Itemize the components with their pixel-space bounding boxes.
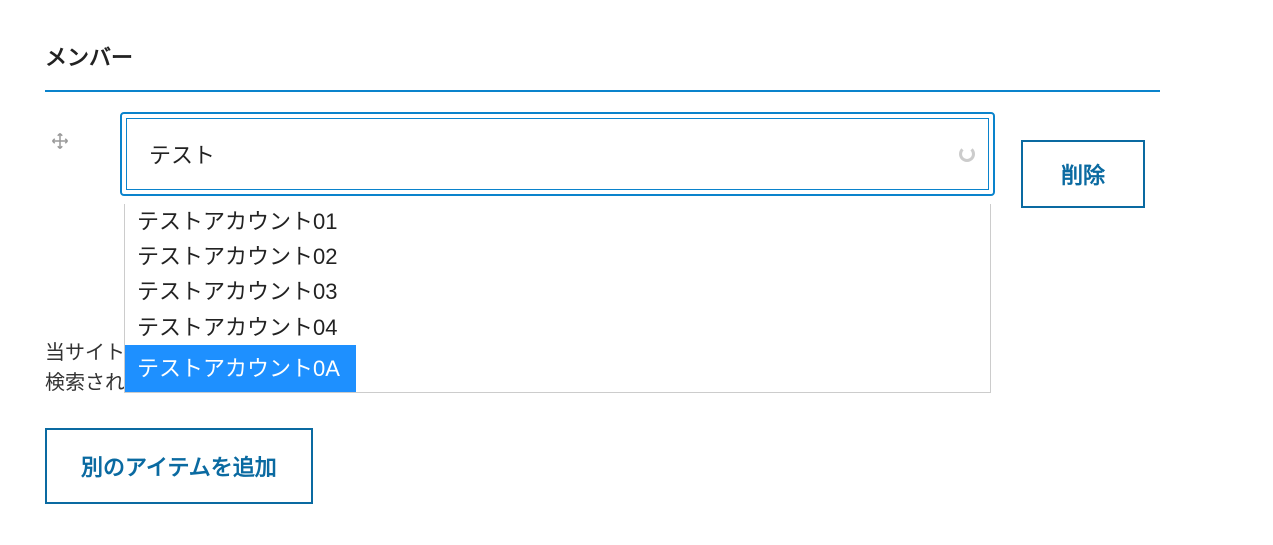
- member-input-container: テストアカウント01 テストアカウント02 テストアカウント03 テストアカウン…: [120, 112, 995, 196]
- dropdown-item[interactable]: テストアカウント01: [125, 203, 349, 240]
- help-line-2: 検索され: [45, 372, 125, 394]
- drag-handle-icon[interactable]: [45, 112, 75, 150]
- delete-button[interactable]: 削除: [1021, 140, 1145, 208]
- add-item-button[interactable]: 別のアイテムを追加: [45, 428, 313, 504]
- input-focus-ring: [120, 112, 995, 196]
- dropdown-item-highlighted[interactable]: テストアカウント0A: [125, 345, 356, 392]
- section-underline: [45, 90, 1160, 92]
- autocomplete-dropdown: テストアカウント01 テストアカウント02 テストアカウント03 テストアカウン…: [124, 204, 991, 393]
- section-title: メンバー: [45, 40, 1273, 72]
- member-row: テストアカウント01 テストアカウント02 テストアカウント03 テストアカウン…: [45, 112, 1273, 208]
- dropdown-item[interactable]: テストアカウント02: [125, 238, 349, 275]
- dropdown-item[interactable]: テストアカウント03: [125, 273, 349, 310]
- dropdown-item[interactable]: テストアカウント04: [125, 309, 349, 346]
- member-search-input[interactable]: [126, 118, 989, 190]
- loading-spinner-icon: [959, 146, 975, 162]
- help-line-1: 当サイト: [45, 342, 125, 364]
